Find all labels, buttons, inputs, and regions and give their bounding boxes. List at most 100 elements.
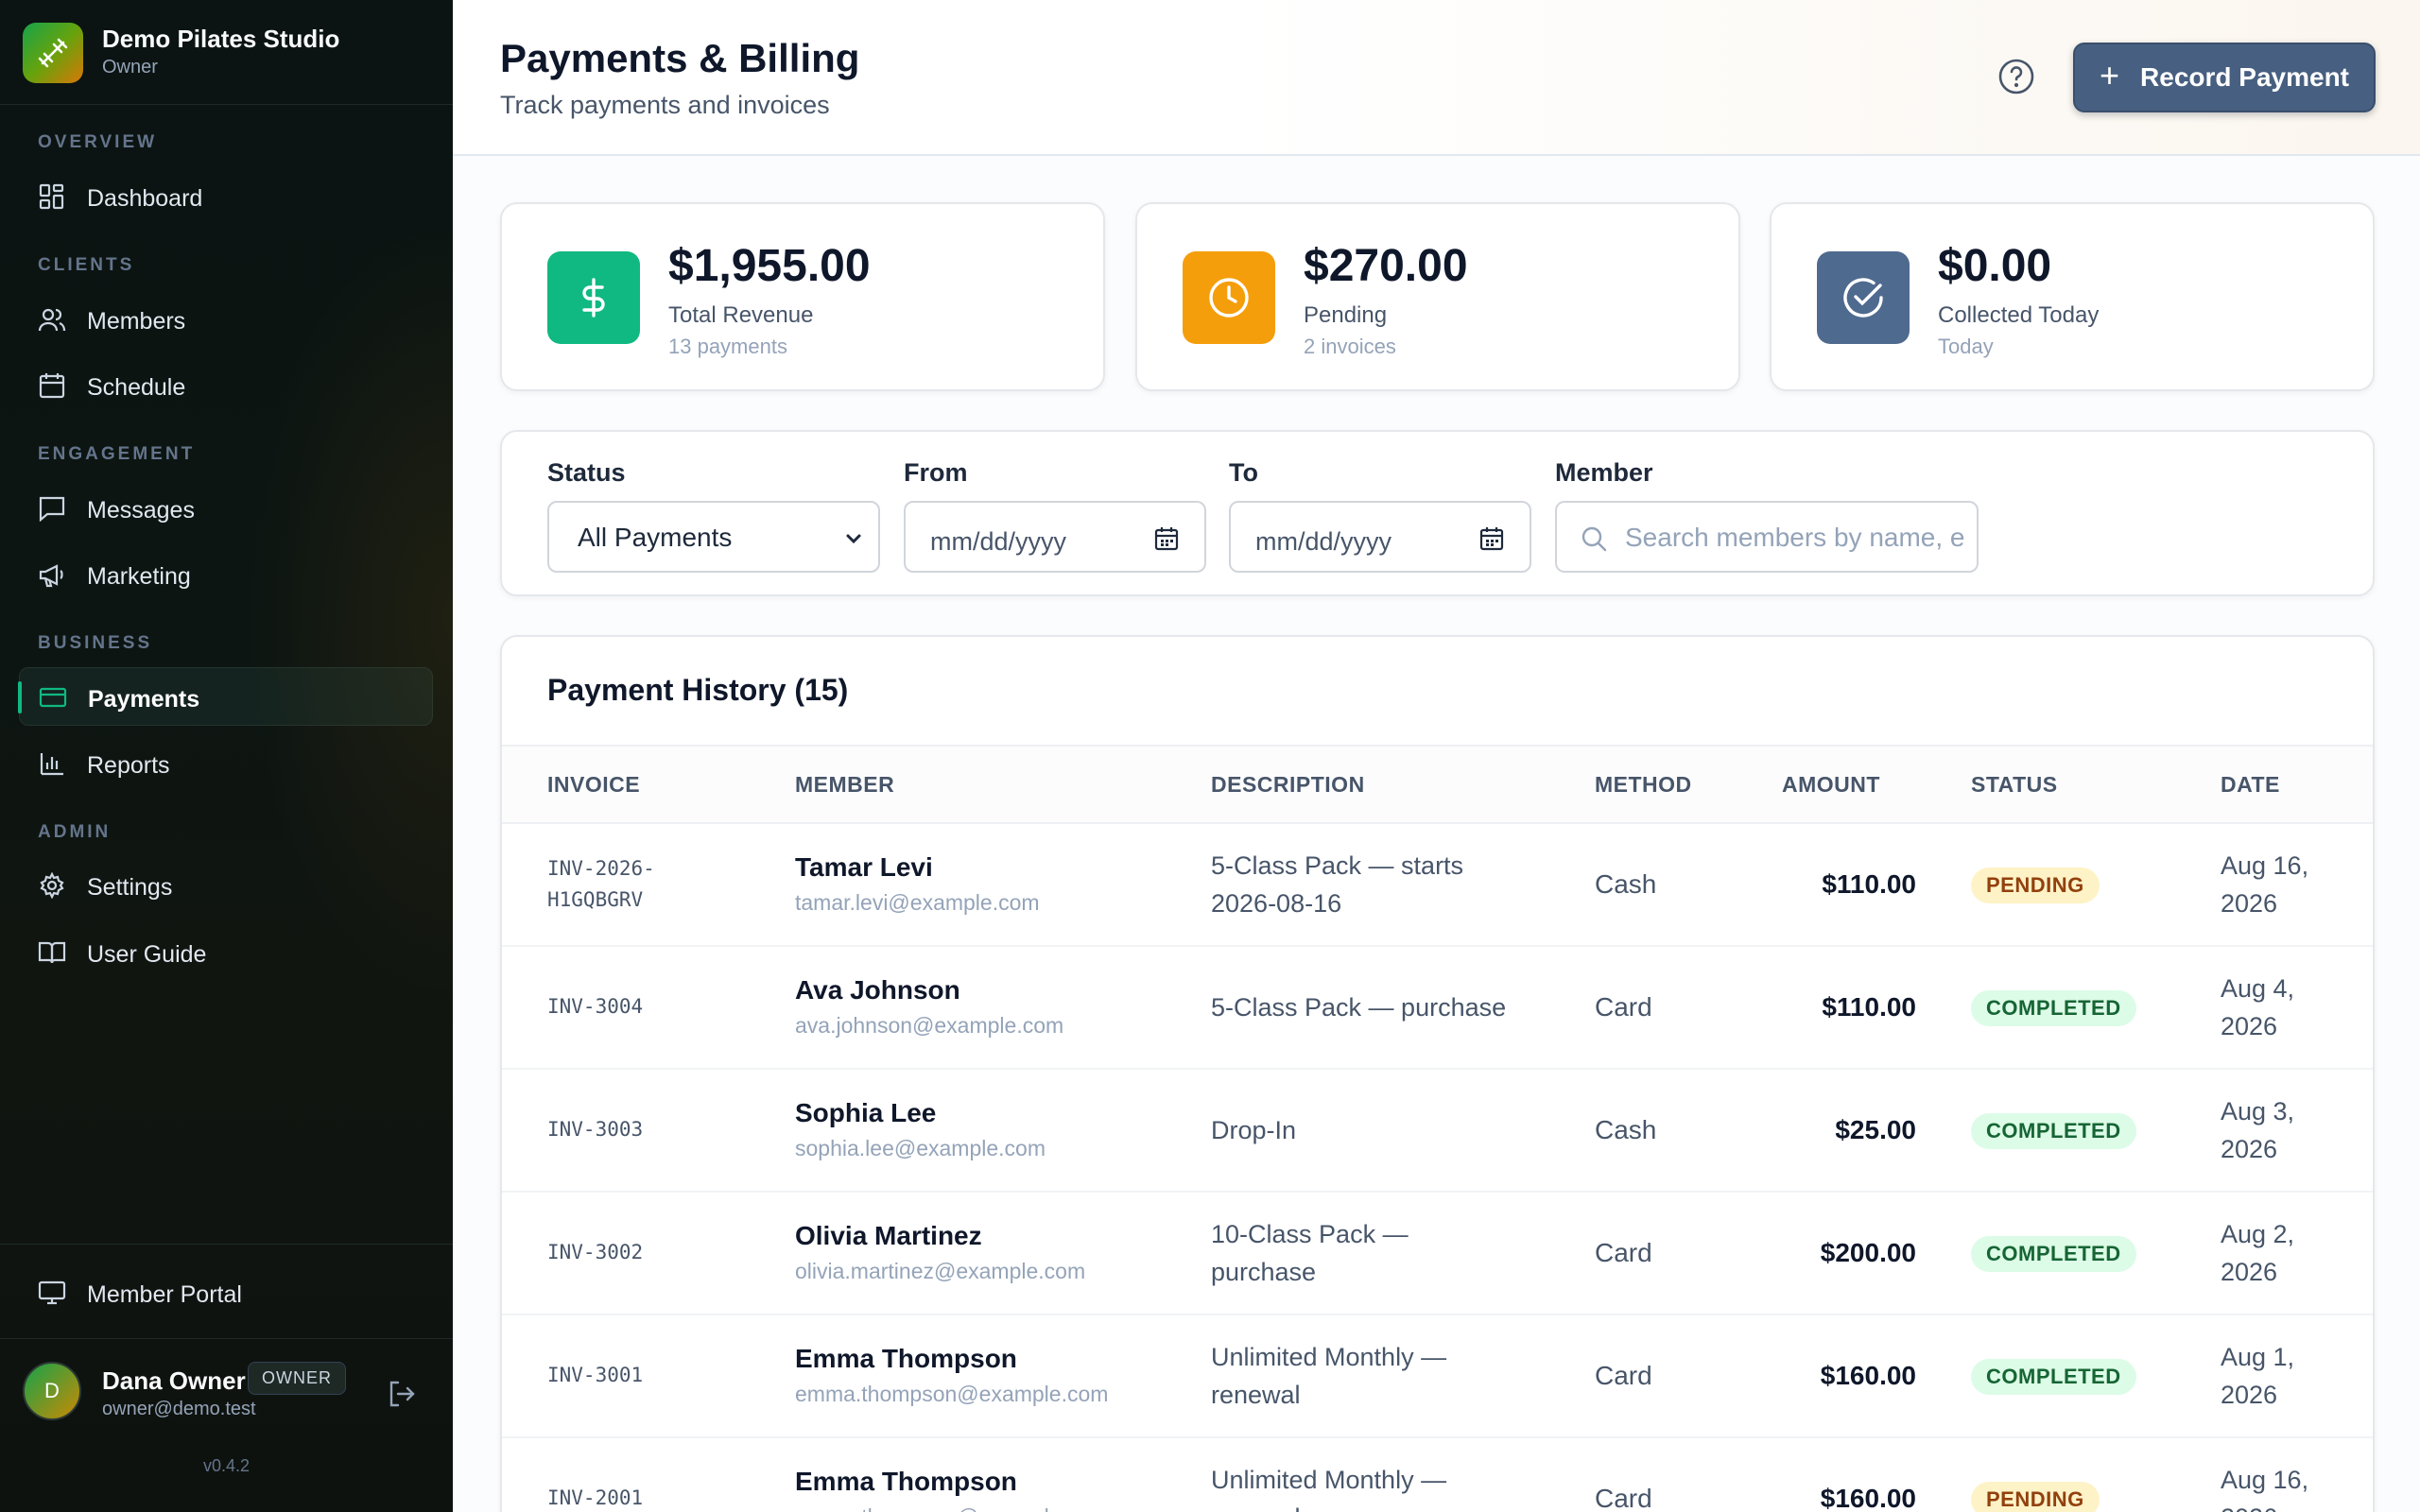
sidebar-item-payments[interactable]: Payments — [18, 667, 433, 726]
page-subtitle: Track payments and invoices — [500, 91, 830, 119]
member-name[interactable]: Ava Johnson — [795, 975, 960, 1005]
invoice-number: INV-3003 — [547, 1118, 644, 1141]
column-header-date[interactable]: DATE — [2221, 772, 2280, 798]
column-header-description[interactable]: DESCRIPTION — [1211, 772, 1365, 798]
column-header-member[interactable]: MEMBER — [795, 772, 894, 798]
date-line: Aug 1, — [2221, 1343, 2295, 1371]
date-line: 2026 — [2221, 1499, 2334, 1512]
member-search-input[interactable]: Search members by name, e — [1555, 501, 1979, 573]
page-header: Payments & Billing Track payments and in… — [453, 0, 2420, 156]
member-name[interactable]: Emma Thompson — [795, 1467, 1017, 1497]
check-circle-icon — [1817, 251, 1910, 344]
date-line: Aug 4, — [2221, 974, 2295, 1003]
status-badge: COMPLETED — [1971, 990, 2136, 1026]
table-row[interactable]: INV-3002 Olivia Martinez olivia.martinez… — [502, 1193, 2373, 1315]
payment-date: Aug 1, 2026 — [2221, 1338, 2334, 1414]
member-filter-label: Member — [1555, 458, 1653, 487]
studio-role: Owner — [102, 57, 158, 77]
status-select[interactable]: All Payments — [547, 501, 880, 573]
sidebar-item-label: Dashboard — [87, 185, 203, 212]
sidebar-divider — [0, 1244, 453, 1245]
payment-description: Unlimited Monthly — renewal — [1211, 1338, 1523, 1414]
page-title: Payments & Billing — [500, 36, 860, 80]
brand-header[interactable]: Demo Pilates Studio Owner — [0, 0, 453, 105]
stat-card-total-revenue: $1,955.00 Total Revenue 13 payments — [500, 202, 1105, 391]
invoice-number: INV-3001 — [547, 1364, 644, 1386]
sidebar-item-member-portal[interactable]: Member Portal — [19, 1263, 433, 1322]
logout-icon[interactable] — [386, 1378, 418, 1410]
help-icon[interactable] — [1996, 57, 2036, 96]
payment-amount: $160.00 — [1820, 1361, 1916, 1390]
to-date-value: mm/dd/yyyy — [1255, 527, 1392, 556]
sidebar-item-messages[interactable]: Messages — [19, 479, 433, 538]
plus-icon: + — [2100, 56, 2120, 94]
member-name[interactable]: Tamar Levi — [795, 852, 933, 883]
date-line: Aug 3, — [2221, 1097, 2295, 1125]
search-icon — [1582, 526, 1607, 552]
date-line: Aug 16, — [2221, 851, 2309, 880]
column-header-amount[interactable]: AMOUNT — [1782, 772, 1880, 798]
sidebar-divider — [0, 1338, 453, 1339]
grid-icon — [39, 183, 64, 210]
record-payment-button[interactable]: + Record Payment — [2073, 43, 2376, 112]
sidebar-item-members[interactable]: Members — [19, 290, 433, 349]
stat-subtext: Today — [1938, 335, 1994, 358]
sidebar-item-schedule[interactable]: Schedule — [19, 356, 433, 415]
invoice-number-line: H1GQBGRV — [547, 888, 644, 911]
status-filter-label: Status — [547, 458, 626, 487]
chevron-down-icon — [846, 534, 861, 544]
to-date-input[interactable]: mm/dd/yyyy — [1229, 501, 1531, 573]
invoice-number: INV-3002 — [547, 1241, 644, 1263]
sidebar-item-settings[interactable]: Settings — [19, 856, 433, 915]
table-row[interactable]: INV-3003 Sophia Lee sophia.lee@example.c… — [502, 1070, 2373, 1193]
gear-icon — [40, 872, 64, 899]
sidebar-item-reports[interactable]: Reports — [19, 734, 433, 793]
stat-label: Pending — [1304, 302, 1388, 328]
clock-icon — [1183, 251, 1275, 344]
table-row[interactable]: INV-2001 Emma Thompson emma.thompson@exa… — [502, 1438, 2373, 1512]
table-row[interactable]: INV-3004 Ava Johnson ava.johnson@example… — [502, 947, 2373, 1070]
sidebar-item-label: Members — [87, 308, 186, 335]
invoice-number-line: INV-2026- — [547, 857, 655, 880]
bar-chart-icon — [40, 753, 63, 776]
avatar[interactable]: D — [23, 1362, 81, 1420]
column-header-status[interactable]: STATUS — [1971, 772, 2058, 798]
status-badge: COMPLETED — [1971, 1113, 2136, 1149]
column-header-method[interactable]: METHOD — [1595, 772, 1692, 798]
date-line: 2026 — [2221, 1258, 2278, 1286]
sidebar-item-label: Member Portal — [87, 1281, 242, 1308]
stat-card-collected-today: $0.00 Collected Today Today — [1770, 202, 2375, 391]
calendar-icon[interactable] — [1478, 525, 1505, 552]
member-name[interactable]: Emma Thompson — [795, 1344, 1017, 1374]
member-name[interactable]: Olivia Martinez — [795, 1221, 982, 1251]
payment-method: Card — [1595, 1361, 1652, 1390]
from-date-input[interactable]: mm/dd/yyyy — [904, 501, 1206, 573]
section-label-clients: CLIENTS — [38, 255, 135, 275]
payment-method: Cash — [1595, 1115, 1657, 1144]
stat-label: Total Revenue — [668, 302, 814, 328]
sidebar-item-marketing[interactable]: Marketing — [19, 545, 433, 604]
sidebar-item-dashboard[interactable]: Dashboard — [19, 167, 433, 226]
member-email: olivia.martinez@example.com — [795, 1259, 1086, 1283]
table-row[interactable]: INV-3001 Emma Thompson emma.thompson@exa… — [502, 1315, 2373, 1438]
date-line: 2026 — [2221, 889, 2278, 918]
member-name[interactable]: Sophia Lee — [795, 1098, 936, 1128]
filters-panel: Status All Payments From mm/dd/yyyy To m… — [500, 430, 2375, 596]
section-label-business: BUSINESS — [38, 633, 153, 653]
payment-description: 5-Class Pack — purchase — [1211, 993, 1507, 1022]
calendar-icon[interactable] — [1153, 525, 1180, 552]
sidebar: Demo Pilates Studio Owner OVERVIEW Dashb… — [0, 0, 453, 1512]
member-email: emma.thompson@example.com — [795, 1382, 1109, 1406]
payment-date: Aug 16, 2026 — [2221, 1461, 2334, 1512]
invoice-number: INV-3004 — [547, 995, 644, 1018]
column-header-invoice[interactable]: INVOICE — [547, 772, 640, 798]
status-badge: COMPLETED — [1971, 1236, 2136, 1272]
sidebar-item-label: User Guide — [87, 941, 207, 968]
description-line: renewal — [1211, 1499, 1523, 1512]
table-row[interactable]: INV-2026- H1GQBGRV Tamar Levi tamar.levi@… — [502, 824, 2373, 947]
sidebar-item-user-guide[interactable]: User Guide — [19, 923, 433, 982]
app-version: v0.4.2 — [202, 1456, 251, 1475]
stat-card-pending: $270.00 Pending 2 invoices — [1135, 202, 1740, 391]
payment-date: Aug 16, 2026 — [2221, 847, 2334, 922]
stat-value: $1,955.00 — [668, 241, 871, 291]
